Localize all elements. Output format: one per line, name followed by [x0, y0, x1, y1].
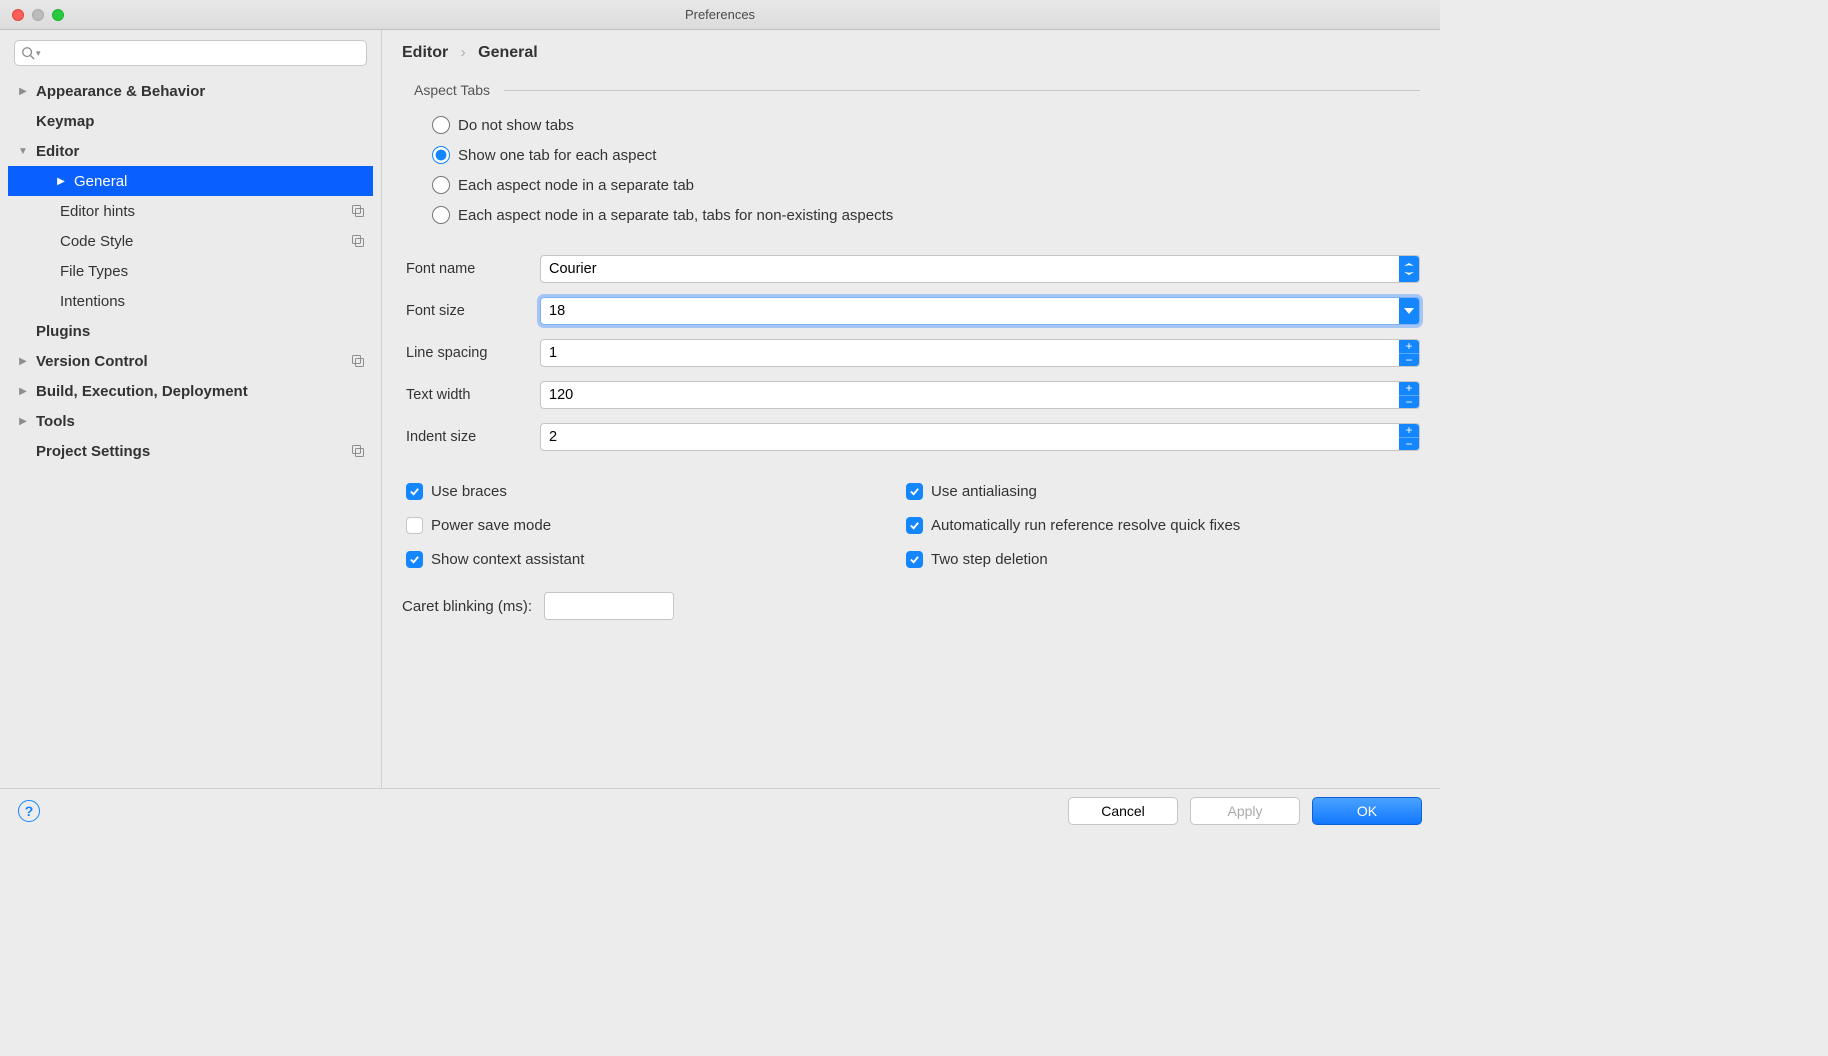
radio-do-not-show-tabs[interactable]: Do not show tabs: [432, 110, 1420, 140]
font-name-label: Font name: [402, 261, 540, 277]
project-scope-icon: [351, 354, 365, 368]
sidebar-item-editor-hints[interactable]: Editor hints: [8, 196, 373, 226]
step-down-icon[interactable]: −: [1399, 354, 1419, 367]
search-dropdown-icon: ▾: [36, 48, 41, 59]
search-input[interactable]: [45, 46, 360, 61]
checkbox-icon[interactable]: [906, 483, 923, 500]
font-size-input[interactable]: [541, 298, 1399, 324]
line-spacing-spinner[interactable]: +−: [540, 339, 1420, 367]
sidebar-item-editor[interactable]: ▼Editor: [8, 136, 373, 166]
checkbox-icon[interactable]: [906, 551, 923, 568]
expand-icon: ▶: [16, 356, 30, 367]
search-input-wrapper[interactable]: ▾: [14, 40, 367, 66]
preferences-content: Editor › General Aspect Tabs Do not show…: [382, 30, 1440, 788]
checkbox-use-braces[interactable]: Use braces: [406, 476, 906, 506]
window-titlebar: Preferences: [0, 0, 1440, 30]
sidebar-item-intentions[interactable]: Intentions: [8, 286, 373, 316]
expand-icon: ▶: [16, 386, 30, 397]
sidebar-item-keymap[interactable]: Keymap: [8, 106, 373, 136]
radio-each-node-tab[interactable]: Each aspect node in a separate tab: [432, 170, 1420, 200]
caret-blinking-spinner[interactable]: +−: [544, 592, 674, 620]
section-title-aspect-tabs: Aspect Tabs: [414, 82, 490, 98]
search-icon: [21, 46, 35, 60]
radio-input[interactable]: [432, 146, 450, 164]
font-size-label: Font size: [402, 303, 540, 319]
checkbox-use-antialiasing[interactable]: Use antialiasing: [906, 476, 1420, 506]
spinner-buttons[interactable]: +−: [1399, 424, 1419, 450]
step-down-icon[interactable]: −: [1399, 396, 1419, 409]
project-scope-icon: [351, 204, 365, 218]
text-width-input[interactable]: [541, 382, 1399, 408]
breadcrumb-current: General: [478, 44, 538, 61]
sidebar-item-version-control[interactable]: ▶Version Control: [8, 346, 373, 376]
window-title: Preferences: [0, 7, 1440, 22]
checkbox-icon[interactable]: [906, 517, 923, 534]
radio-input[interactable]: [432, 206, 450, 224]
sidebar-item-code-style[interactable]: Code Style: [8, 226, 373, 256]
dialog-footer: ? Cancel Apply OK: [0, 788, 1440, 832]
font-name-combo[interactable]: [540, 255, 1420, 283]
expand-icon: ▶: [16, 86, 30, 97]
line-spacing-input[interactable]: [541, 340, 1399, 366]
checkbox-power-save-mode[interactable]: Power save mode: [406, 510, 906, 540]
sidebar-item-build-exec-deploy[interactable]: ▶Build, Execution, Deployment: [8, 376, 373, 406]
radio-each-node-tab-nonexisting[interactable]: Each aspect node in a separate tab, tabs…: [432, 200, 1420, 230]
collapse-icon: ▼: [16, 146, 30, 157]
radio-input[interactable]: [432, 176, 450, 194]
breadcrumb-root[interactable]: Editor: [402, 44, 448, 61]
divider: [504, 90, 1420, 91]
sidebar-item-appearance[interactable]: ▶Appearance & Behavior: [8, 76, 373, 106]
font-name-input[interactable]: [541, 256, 1399, 282]
checkbox-icon[interactable]: [406, 517, 423, 534]
indent-size-input[interactable]: [541, 424, 1399, 450]
checkbox-icon[interactable]: [406, 551, 423, 568]
breadcrumb: Editor › General: [402, 44, 1420, 62]
expand-icon: ▶: [16, 416, 30, 427]
project-scope-icon: [351, 234, 365, 248]
text-width-spinner[interactable]: +−: [540, 381, 1420, 409]
text-width-label: Text width: [402, 387, 540, 403]
help-button[interactable]: ?: [18, 800, 40, 822]
caret-blinking-input[interactable]: [545, 593, 674, 619]
step-down-icon[interactable]: −: [1399, 438, 1419, 451]
combo-dropdown-button[interactable]: [1399, 298, 1419, 324]
project-scope-icon: [351, 444, 365, 458]
caret-blinking-label: Caret blinking (ms):: [402, 598, 532, 615]
font-size-combo[interactable]: [540, 297, 1420, 325]
sidebar-item-general[interactable]: ▶General: [8, 166, 373, 196]
indent-size-spinner[interactable]: +−: [540, 423, 1420, 451]
spinner-buttons[interactable]: +−: [1399, 382, 1419, 408]
step-up-icon[interactable]: +: [1399, 340, 1419, 354]
cancel-button[interactable]: Cancel: [1068, 797, 1178, 825]
checkbox-two-step-deletion[interactable]: Two step deletion: [906, 544, 1420, 574]
radio-show-one-tab[interactable]: Show one tab for each aspect: [432, 140, 1420, 170]
chevron-right-icon: ›: [453, 44, 474, 61]
step-up-icon[interactable]: +: [1399, 424, 1419, 438]
apply-button[interactable]: Apply: [1190, 797, 1300, 825]
spinner-buttons[interactable]: +−: [1399, 340, 1419, 366]
combo-dropdown-button[interactable]: [1399, 256, 1419, 282]
line-spacing-label: Line spacing: [402, 345, 540, 361]
radio-input[interactable]: [432, 116, 450, 134]
ok-button[interactable]: OK: [1312, 797, 1422, 825]
expand-icon: ▶: [54, 176, 68, 187]
preferences-sidebar: ▾ ▶Appearance & Behavior Keymap ▼Editor …: [0, 30, 382, 788]
sidebar-item-project-settings[interactable]: Project Settings: [8, 436, 373, 466]
sidebar-item-tools[interactable]: ▶Tools: [8, 406, 373, 436]
aspect-tabs-section: Aspect Tabs: [414, 82, 1420, 98]
checkbox-auto-reference-resolve[interactable]: Automatically run reference resolve quic…: [906, 510, 1420, 540]
indent-size-label: Indent size: [402, 429, 540, 445]
checkbox-icon[interactable]: [406, 483, 423, 500]
preferences-tree: ▶Appearance & Behavior Keymap ▼Editor ▶G…: [8, 76, 373, 466]
sidebar-item-file-types[interactable]: File Types: [8, 256, 373, 286]
checkbox-show-context-assistant[interactable]: Show context assistant: [406, 544, 906, 574]
sidebar-item-plugins[interactable]: Plugins: [8, 316, 373, 346]
step-up-icon[interactable]: +: [1399, 382, 1419, 396]
